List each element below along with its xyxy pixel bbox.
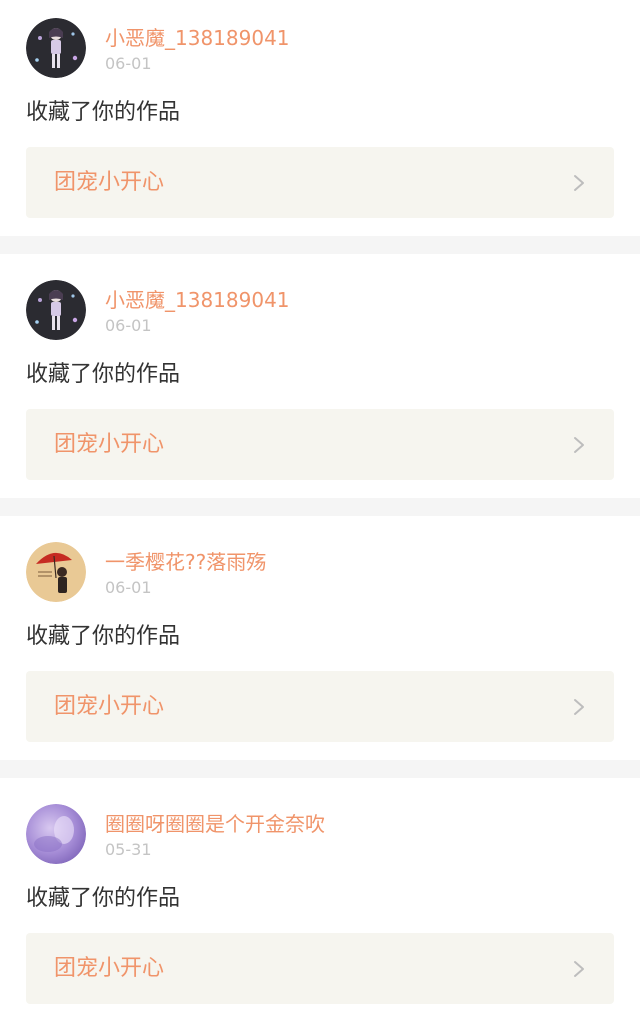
timestamp: 06-01 xyxy=(105,54,152,73)
avatar[interactable] xyxy=(26,280,86,340)
work-title: 团宠小开心 xyxy=(54,432,165,457)
work-title: 团宠小开心 xyxy=(54,694,165,719)
chevron-right-icon xyxy=(570,697,588,717)
work-title: 团宠小开心 xyxy=(54,170,165,195)
section-divider xyxy=(0,760,640,778)
username[interactable]: 小恶魔_138189041 xyxy=(105,24,290,52)
notification-feed: 小恶魔_138189041 06-01 收藏了你的作品 团宠小开心 小恶魔_13… xyxy=(0,0,640,1014)
timestamp: 05-31 xyxy=(105,840,152,859)
username[interactable]: 一季樱花??落雨殇 xyxy=(105,548,266,576)
work-link-button[interactable]: 团宠小开心 xyxy=(26,147,614,218)
username[interactable]: 小恶魔_138189041 xyxy=(105,286,290,314)
work-title: 团宠小开心 xyxy=(54,956,165,981)
work-link-button[interactable]: 团宠小开心 xyxy=(26,933,614,1004)
username[interactable]: 圈圈呀圈圈是个开金奈吹 xyxy=(105,810,325,838)
action-text: 收藏了你的作品 xyxy=(26,624,181,649)
avatar-umbrella-girl-icon xyxy=(26,542,86,602)
timestamp: 06-01 xyxy=(105,316,152,335)
notification-card: 小恶魔_138189041 06-01 收藏了你的作品 团宠小开心 xyxy=(0,0,640,244)
section-divider xyxy=(0,498,640,516)
avatar-purple-blur-icon xyxy=(26,804,86,864)
action-text: 收藏了你的作品 xyxy=(26,100,181,125)
chevron-right-icon xyxy=(570,435,588,455)
avatar-dark-girl-icon xyxy=(26,18,86,78)
action-text: 收藏了你的作品 xyxy=(26,886,181,911)
timestamp: 06-01 xyxy=(105,578,152,597)
avatar-dark-girl-icon xyxy=(26,280,86,340)
chevron-right-icon xyxy=(570,959,588,979)
action-text: 收藏了你的作品 xyxy=(26,362,181,387)
notification-card: 小恶魔_138189041 06-01 收藏了你的作品 团宠小开心 xyxy=(0,262,640,506)
chevron-right-icon xyxy=(570,173,588,193)
work-link-button[interactable]: 团宠小开心 xyxy=(26,671,614,742)
section-divider xyxy=(0,236,640,254)
avatar[interactable] xyxy=(26,542,86,602)
notification-card: 圈圈呀圈圈是个开金奈吹 05-31 收藏了你的作品 团宠小开心 xyxy=(0,786,640,1014)
work-link-button[interactable]: 团宠小开心 xyxy=(26,409,614,480)
avatar[interactable] xyxy=(26,18,86,78)
avatar[interactable] xyxy=(26,804,86,864)
notification-card: 一季樱花??落雨殇 06-01 收藏了你的作品 团宠小开心 xyxy=(0,524,640,768)
